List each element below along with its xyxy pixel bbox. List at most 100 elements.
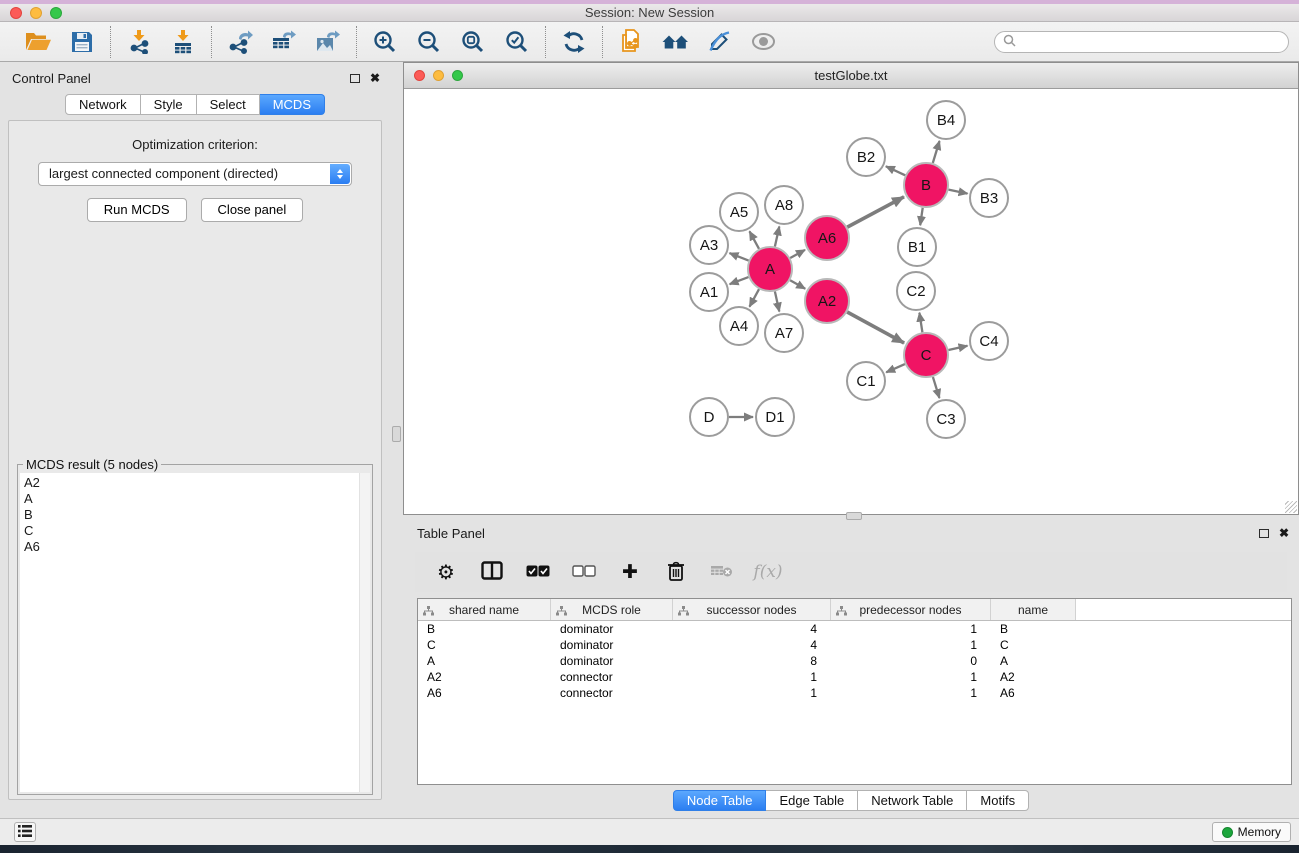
table-row[interactable]: A6connector11A6: [418, 685, 1291, 701]
export-image-button[interactable]: [309, 25, 347, 59]
close-panel-icon[interactable]: ✖: [370, 72, 380, 84]
node-D[interactable]: D: [690, 398, 728, 436]
edge-A-A4[interactable]: [750, 289, 760, 307]
function-builder-button[interactable]: f(x): [751, 556, 785, 588]
close-view-button[interactable]: [414, 70, 425, 81]
edge-C-C1[interactable]: [886, 364, 905, 372]
zoom-view-button[interactable]: [452, 70, 463, 81]
node-C2[interactable]: C2: [897, 272, 935, 310]
table-cell[interactable]: 1: [831, 621, 991, 637]
result-scrollbar[interactable]: [359, 473, 370, 792]
tab-select[interactable]: Select: [197, 94, 260, 115]
edge-A-A8[interactable]: [775, 227, 779, 247]
search-box[interactable]: [994, 31, 1289, 53]
result-item[interactable]: A2: [20, 475, 370, 491]
network-graph[interactable]: B4B2BB3A5A8A6B1A3AA1C2A2A4A7C4CC1C3DD1: [404, 89, 1298, 514]
table-cell[interactable]: connector: [551, 669, 673, 685]
duplicate-network-button[interactable]: [612, 25, 650, 59]
zoom-window-button[interactable]: [50, 7, 62, 19]
node-B3[interactable]: B3: [970, 179, 1008, 217]
edge-C-C2[interactable]: [919, 313, 922, 333]
tab-edge-table[interactable]: Edge Table: [766, 790, 858, 811]
close-window-button[interactable]: [10, 7, 22, 19]
search-input[interactable]: [1016, 33, 1288, 51]
table-cell[interactable]: 8: [673, 653, 831, 669]
table-cell[interactable]: 4: [673, 637, 831, 653]
open-file-button[interactable]: [19, 25, 57, 59]
table-cell[interactable]: 1: [831, 637, 991, 653]
zoom-in-button[interactable]: [366, 25, 404, 59]
refresh-button[interactable]: [555, 25, 593, 59]
node-B2[interactable]: B2: [847, 138, 885, 176]
delete-column-button[interactable]: [659, 556, 693, 588]
zoom-fit-button[interactable]: [454, 25, 492, 59]
edge-A-A5[interactable]: [750, 231, 760, 249]
table-cell[interactable]: connector: [551, 685, 673, 701]
table-row[interactable]: Adominator80A: [418, 653, 1291, 669]
table-cell[interactable]: 4: [673, 621, 831, 637]
float-table-panel-icon[interactable]: [1259, 529, 1269, 538]
export-network-button[interactable]: [221, 25, 259, 59]
column-header[interactable]: MCDS role: [551, 599, 673, 620]
table-cell[interactable]: dominator: [551, 637, 673, 653]
edge-A-A3[interactable]: [730, 253, 749, 261]
result-item[interactable]: B: [20, 507, 370, 523]
result-item[interactable]: A6: [20, 539, 370, 555]
home-view-button[interactable]: [656, 25, 694, 59]
select-all-button[interactable]: [521, 556, 555, 588]
add-column-button[interactable]: ✚: [613, 556, 647, 588]
import-table-button[interactable]: [164, 25, 202, 59]
column-header[interactable]: shared name: [418, 599, 551, 620]
deselect-all-button[interactable]: [567, 556, 601, 588]
mcds-result-list[interactable]: A2ABCA6: [20, 473, 370, 792]
node-C3[interactable]: C3: [927, 400, 965, 438]
run-mcds-button[interactable]: Run MCDS: [87, 198, 187, 222]
table-cell[interactable]: B: [418, 621, 551, 637]
window-resize-grip[interactable]: [1285, 501, 1297, 513]
table-cell[interactable]: B: [991, 621, 1076, 637]
table-cell[interactable]: A2: [991, 669, 1076, 685]
edge-C-C4[interactable]: [949, 346, 968, 350]
task-history-button[interactable]: [14, 822, 36, 842]
node-C1[interactable]: C1: [847, 362, 885, 400]
table-cell[interactable]: A6: [991, 685, 1076, 701]
table-cell[interactable]: A6: [418, 685, 551, 701]
node-A1[interactable]: A1: [690, 273, 728, 311]
edge-A2-C[interactable]: [847, 312, 904, 343]
network-canvas[interactable]: B4B2BB3A5A8A6B1A3AA1C2A2A4A7C4CC1C3DD1: [404, 89, 1298, 514]
result-item[interactable]: A: [20, 491, 370, 507]
memory-button[interactable]: Memory: [1212, 822, 1291, 842]
import-network-button[interactable]: [120, 25, 158, 59]
float-panel-icon[interactable]: [350, 74, 360, 83]
node-A2[interactable]: A2: [805, 279, 849, 323]
table-cell[interactable]: 1: [673, 685, 831, 701]
table-cell[interactable]: C: [418, 637, 551, 653]
table-row[interactable]: A2connector11A2: [418, 669, 1291, 685]
table-row[interactable]: Cdominator41C: [418, 637, 1291, 653]
node-C4[interactable]: C4: [970, 322, 1008, 360]
table-cell[interactable]: 1: [831, 669, 991, 685]
node-A3[interactable]: A3: [690, 226, 728, 264]
column-header[interactable]: predecessor nodes: [831, 599, 991, 620]
table-cell[interactable]: 0: [831, 653, 991, 669]
minimize-view-button[interactable]: [433, 70, 444, 81]
edge-A-A6[interactable]: [790, 250, 805, 258]
export-table-button[interactable]: [265, 25, 303, 59]
minimize-window-button[interactable]: [30, 7, 42, 19]
tab-mcds[interactable]: MCDS: [260, 94, 325, 115]
node-A6[interactable]: A6: [805, 216, 849, 260]
split-view-button[interactable]: [475, 556, 509, 588]
edge-C-C3[interactable]: [933, 377, 940, 398]
node-A8[interactable]: A8: [765, 186, 803, 224]
save-session-button[interactable]: [63, 25, 101, 59]
vertical-splitter-handle[interactable]: [392, 426, 401, 442]
close-table-panel-icon[interactable]: ✖: [1279, 527, 1289, 539]
node-C[interactable]: C: [904, 333, 948, 377]
table-cell[interactable]: 1: [831, 685, 991, 701]
table-cell[interactable]: 1: [673, 669, 831, 685]
network-window-titlebar[interactable]: testGlobe.txt: [404, 63, 1298, 89]
close-panel-button[interactable]: Close panel: [201, 198, 304, 222]
edge-A-A1[interactable]: [730, 277, 749, 284]
table-cell[interactable]: A: [418, 653, 551, 669]
node-B4[interactable]: B4: [927, 101, 965, 139]
